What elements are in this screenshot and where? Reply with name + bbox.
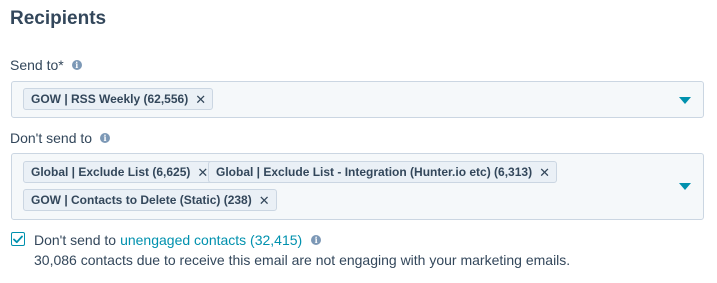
x-icon[interactable]: ✕ <box>259 194 270 207</box>
unengaged-label-row: Don't send to unengaged contacts (32,415… <box>34 232 322 248</box>
dont-send-to-tag: Global | Exclude List (6,625) ✕ <box>23 161 216 183</box>
checkmark-icon <box>13 235 23 243</box>
info-icon[interactable]: i <box>71 60 82 70</box>
dont-send-to-label-row: Don't send to i <box>10 130 111 146</box>
dont-send-to-label: Don't send to <box>10 130 93 146</box>
send-to-tag: GOW | RSS Weekly (62,556) ✕ <box>23 88 214 110</box>
x-icon[interactable]: ✕ <box>195 93 206 106</box>
unengaged-contacts-link[interactable]: unengaged contacts (32,415) <box>120 232 302 248</box>
tag-label: GOW | RSS Weekly (62,556) <box>31 92 189 106</box>
send-to-select[interactable]: GOW | RSS Weekly (62,556) ✕ <box>11 81 704 118</box>
unengaged-label: Don't send to <box>34 232 117 248</box>
chevron-down-icon[interactable] <box>679 97 691 104</box>
send-to-label-row: Send to* i <box>10 57 82 73</box>
info-icon[interactable]: i <box>100 133 111 143</box>
send-to-label: Send to* <box>10 57 64 73</box>
unengaged-helper-text: 30,086 contacts due to receive this emai… <box>34 252 571 268</box>
dont-send-to-tag: GOW | Contacts to Delete (Static) (238) … <box>23 189 277 211</box>
info-icon[interactable]: i <box>311 235 322 245</box>
tag-label: Global | Exclude List - Integration (Hun… <box>216 165 533 179</box>
chevron-down-icon[interactable] <box>679 183 691 190</box>
section-title: Recipients <box>10 8 107 29</box>
dont-send-to-select[interactable]: Global | Exclude List (6,625) ✕ Global |… <box>11 153 704 220</box>
tag-label: Global | Exclude List (6,625) <box>31 165 191 179</box>
x-icon[interactable]: ✕ <box>539 166 550 179</box>
x-icon[interactable]: ✕ <box>197 166 208 179</box>
tag-label: GOW | Contacts to Delete (Static) (238) <box>31 193 252 207</box>
dont-send-to-tag: Global | Exclude List - Integration (Hun… <box>208 161 557 183</box>
unengaged-checkbox[interactable] <box>11 232 25 246</box>
